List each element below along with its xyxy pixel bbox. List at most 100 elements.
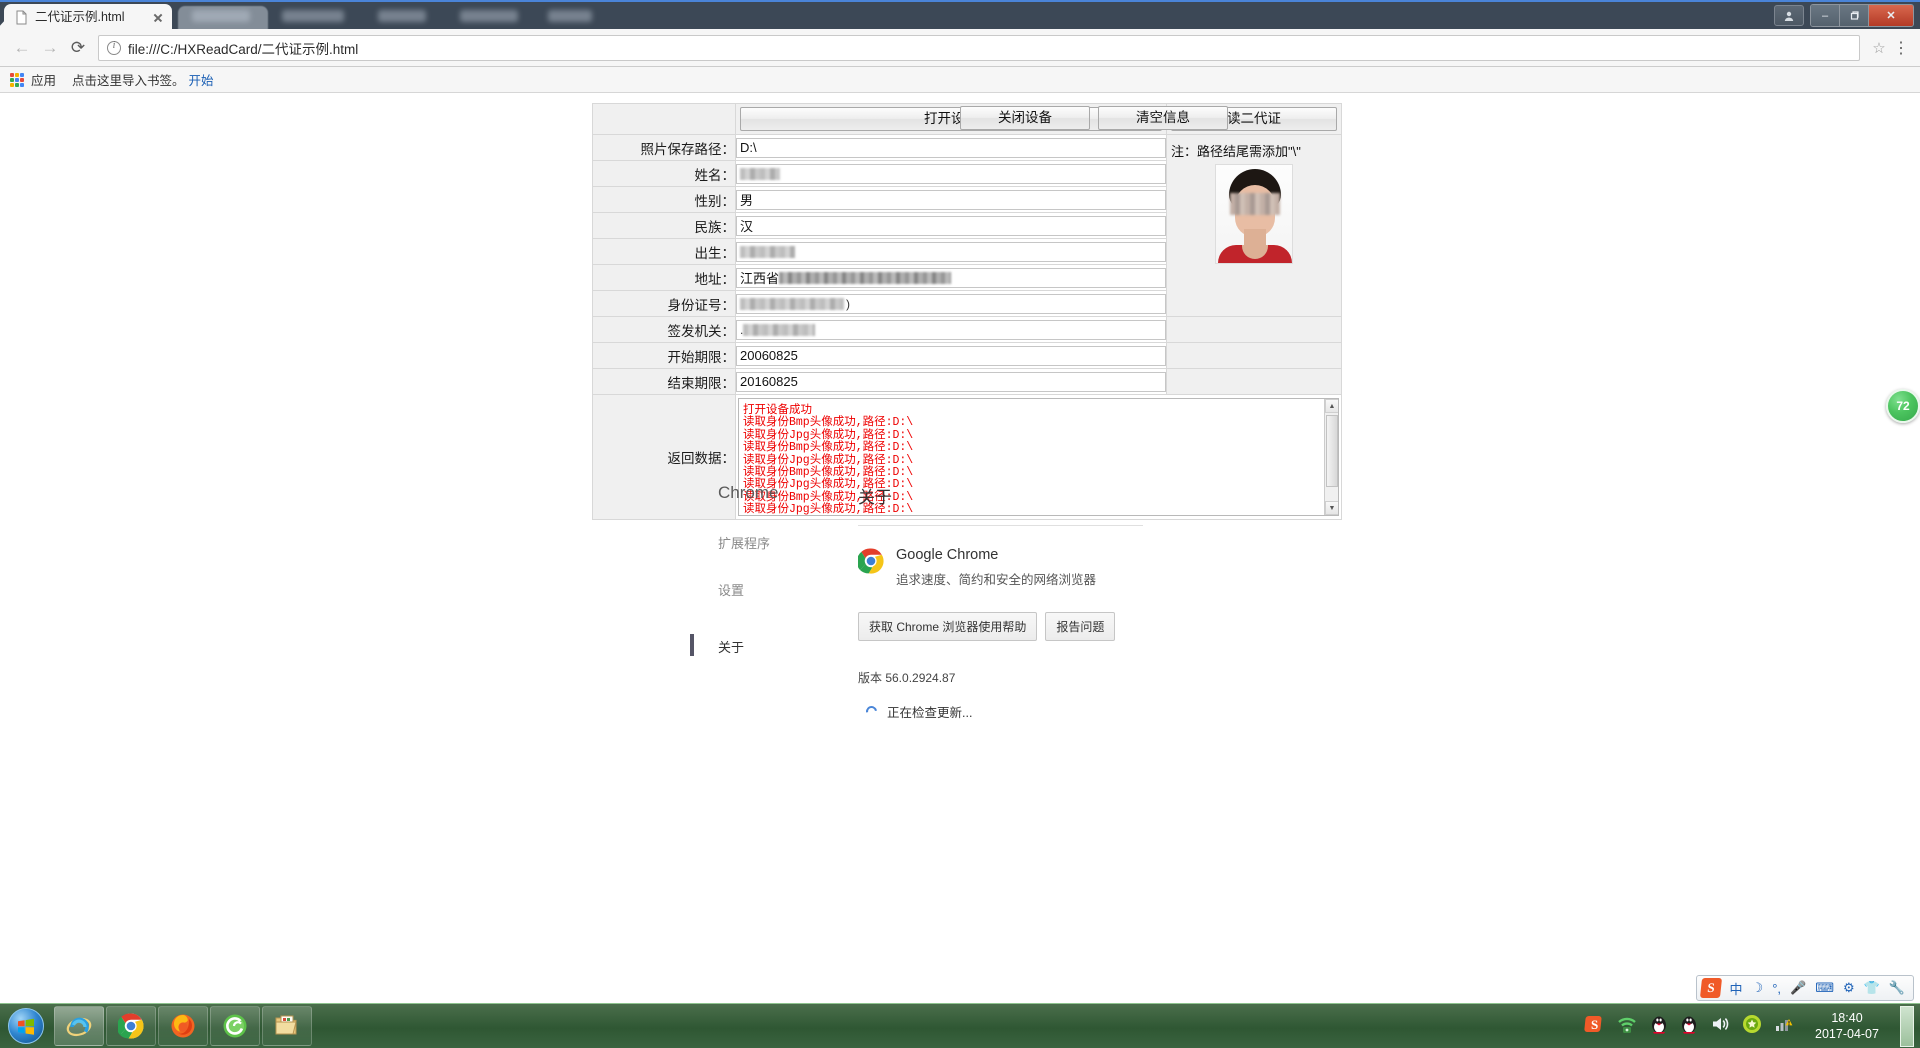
valid-to-side-cell [1167,369,1342,395]
clear-info-button[interactable]: 清空信息 [1098,106,1228,130]
address-bar[interactable]: file:///C:/HXReadCard/二代证示例.html [98,35,1860,61]
close-window-button[interactable]: ✕ [1869,5,1913,26]
tray-icon-security-shield[interactable] [1742,1014,1762,1039]
label-birth: 出生： [593,239,736,265]
taskbar-item-internet-explorer[interactable] [54,1006,104,1046]
about-brand-label: Chrome [718,483,828,503]
scrollbar-thumb[interactable] [1326,415,1338,487]
ime-chinese-mode-icon[interactable]: 中 [1730,979,1743,998]
birth-input[interactable] [736,242,1166,262]
ime-settings-icon[interactable]: 🔧 [1889,980,1905,996]
value-valid-to-cell: 20160825 [736,369,1167,395]
show-desktop-button[interactable] [1900,1006,1914,1047]
photo-cell: 注：路径结尾需添加"\" [1167,135,1342,317]
valid-from-side-cell [1167,343,1342,369]
clock-time: 18:40 [1814,1010,1880,1026]
tray-icon-volume[interactable] [1710,1015,1730,1038]
issuer-input[interactable]: . [736,320,1166,340]
chrome-logo-icon [858,548,884,574]
value-ethnicity-cell: 汉 [736,213,1167,239]
page-file-icon [14,10,29,25]
chrome-product-text: Google Chrome 追求速度、简约和安全的网络浏览器 [896,548,1096,588]
sidebar-item-settings[interactable]: 设置 [718,580,828,599]
windows-logo-icon [8,1008,44,1044]
chrome-menu-icon[interactable]: ⋮ [1890,38,1912,58]
close-icon[interactable] [150,10,166,26]
close-device-button[interactable]: 关闭设备 [960,106,1090,130]
page-content: 打开设备 读二代证 照片保存路径： D:\ 注：路径结尾需添加"\" [0,93,1920,1003]
id-number-input[interactable]: ) [736,294,1166,314]
about-main: 关于 Go [858,483,1238,721]
tray-icon-qq-1[interactable] [1650,1014,1668,1039]
taskbar-clock[interactable]: 18:40 2017-04-07 [1806,1010,1888,1042]
ime-keyboard-icon[interactable]: ⌨ [1815,980,1834,996]
valid-from-value: 20060825 [740,348,798,363]
start-button[interactable] [0,1005,52,1048]
address-input[interactable]: 江西省 [736,268,1166,288]
scroll-up-icon[interactable]: ▲ [1325,399,1339,413]
gender-input[interactable]: 男 [736,190,1166,210]
ime-moon-icon[interactable]: ☽ [1752,980,1764,996]
taskbar-item-file-explorer[interactable] [262,1006,312,1046]
gender-value: 男 [740,190,753,209]
apps-grid-icon[interactable] [10,73,24,87]
sogou-ime-toolbar: S 中 ☽ °, 🎤 ⌨ ⚙ 👕 🔧 [1696,975,1914,1001]
id-form-table: 打开设备 读二代证 照片保存路径： D:\ 注：路径结尾需添加"\" [592,103,1342,520]
get-help-button[interactable]: 获取 Chrome 浏览器使用帮助 [858,612,1037,641]
label-gender: 性别： [593,187,736,213]
label-ethnicity: 民族： [593,213,736,239]
browser-tab-active[interactable]: 二代证示例.html [4,4,172,31]
valid-to-input[interactable]: 20160825 [736,372,1166,392]
issuer-redacted [743,324,815,336]
reload-icon[interactable]: ⟳ [64,34,92,62]
id-number-redacted [740,298,844,310]
ime-toolbox-icon[interactable]: ⚙ [1843,980,1855,996]
taskbar-item-firefox[interactable] [158,1006,208,1046]
sidebar-item-extensions[interactable]: 扩展程序 [718,533,828,552]
ime-skin-icon[interactable]: 👕 [1864,980,1880,996]
photo-redaction [1230,193,1280,215]
tray-icon-sogou[interactable]: S [1584,1014,1604,1039]
bookmark-apps-label[interactable]: 应用 [31,70,56,89]
form-row-valid-from: 开始期限： 20060825 [593,343,1342,369]
name-input[interactable] [736,164,1166,184]
floating-score-badge[interactable]: 72 [1886,389,1920,423]
minimize-button[interactable]: – [1811,5,1840,26]
about-page-title: 关于 [858,483,1238,508]
photo-path-input[interactable]: D:\ [736,138,1166,158]
page-info-icon[interactable] [107,41,121,55]
profile-icon[interactable] [1774,5,1804,26]
ethnicity-input[interactable]: 汉 [736,216,1166,236]
tray-icon-qq-2[interactable] [1680,1014,1698,1039]
forward-icon[interactable]: → [36,34,64,62]
address-bar-url: file:///C:/HXReadCard/二代证示例.html [128,38,358,58]
system-tray: S [1584,1004,1920,1048]
button-row-spacer [593,104,736,135]
sogou-logo-icon[interactable]: S [1699,978,1721,998]
ime-punctuation-icon[interactable]: °, [1772,981,1781,996]
log-scrollbar[interactable]: ▲ ▼ [1324,399,1338,515]
taskbar-item-google-chrome[interactable] [106,1006,156,1046]
valid-from-input[interactable]: 20060825 [736,346,1166,366]
tray-icon-network-signal[interactable] [1774,1015,1794,1038]
tray-icon-wifi[interactable] [1616,1014,1638,1039]
sidebar-item-about[interactable]: 关于 [718,637,828,656]
scroll-down-icon[interactable]: ▼ [1325,501,1339,515]
report-issue-button[interactable]: 报告问题 [1045,612,1115,641]
name-redacted [740,168,780,180]
return-data-line: 读取身份Bmp头像成功,路径:D:\ [743,442,1338,454]
tab-ghost-label-1 [192,10,250,22]
back-icon[interactable]: ← [8,34,36,62]
bookmark-import-link[interactable]: 开始 [189,70,214,89]
label-name: 姓名： [593,161,736,187]
form-row-photo-path: 照片保存路径： D:\ 注：路径结尾需添加"\" [593,135,1342,161]
maximize-button[interactable] [1840,5,1869,26]
window-controls: – ✕ [1774,4,1914,27]
label-issuer: 签发机关： [593,317,736,343]
ime-microphone-icon[interactable]: 🎤 [1790,980,1806,996]
taskbar-item-360-browser[interactable] [210,1006,260,1046]
form-row-valid-to: 结束期限： 20160825 [593,369,1342,395]
chrome-product-row: Google Chrome 追求速度、简约和安全的网络浏览器 [858,548,1238,588]
issuer-side-cell [1167,317,1342,343]
bookmark-star-icon[interactable]: ☆ [1868,39,1890,57]
